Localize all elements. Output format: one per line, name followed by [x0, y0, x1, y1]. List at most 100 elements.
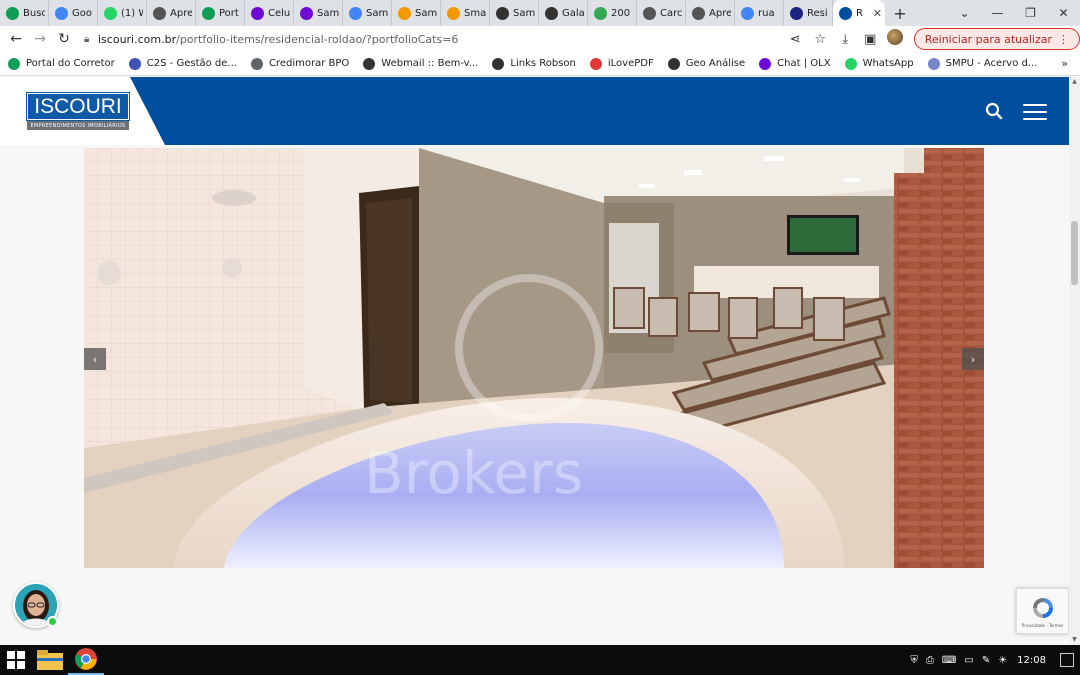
network-icon[interactable]: ▭: [964, 655, 973, 666]
search-icon[interactable]: [985, 102, 1003, 120]
bookmark-item[interactable]: Geo Análise: [667, 57, 745, 70]
back-button[interactable]: ←: [4, 31, 28, 47]
download-icon[interactable]: ⤓: [833, 32, 858, 47]
browser-tab[interactable]: Sam: [343, 0, 392, 26]
address-bar-row: ← → ↻ 🔒︎ iscouri.com.br/portfolio-items/…: [0, 26, 1080, 52]
recaptcha-links[interactable]: Privacidade - Termos: [1022, 623, 1063, 628]
file-explorer-icon[interactable]: [32, 645, 68, 675]
slider-next-button[interactable]: ›: [962, 348, 984, 370]
browser-tab-label: Sma: [464, 7, 486, 19]
orange-circle-icon: [447, 6, 460, 20]
browser-tab[interactable]: Sam: [294, 0, 343, 26]
portfolio-image-slider[interactable]: Brokers ‹ ›: [84, 148, 984, 568]
browser-tab-label: Sam: [513, 7, 535, 19]
system-tray: ⛨ ⎙ ⌨ ▭ ✎ ☀ 12:08: [906, 645, 1080, 675]
close-tab-icon[interactable]: ✕: [870, 7, 882, 20]
logo-subtitle: EMPREENDIMENTOS IMOBILIÁRIOS: [27, 121, 129, 130]
page-scrollbar[interactable]: ▲ ▼: [1069, 77, 1080, 645]
bookmark-item[interactable]: iLovePDF: [589, 57, 654, 70]
lock-icon[interactable]: 🔒︎: [84, 34, 98, 45]
slider-prev-button[interactable]: ‹: [84, 348, 106, 370]
browser-tab[interactable]: Goo: [49, 0, 98, 26]
printer-icon[interactable]: ⎙: [926, 655, 934, 666]
browser-tab[interactable]: 200: [588, 0, 637, 26]
bookmark-item[interactable]: Credimorar BPO: [250, 57, 349, 70]
browser-tab[interactable]: Busc: [0, 0, 49, 26]
bookmark-label: iLovePDF: [607, 58, 654, 69]
browser-tab[interactable]: Sam: [490, 0, 539, 26]
taskbar-clock[interactable]: 12:08: [1017, 655, 1046, 666]
hamburger-menu-icon[interactable]: [1023, 104, 1047, 120]
browser-tab[interactable]: Resi: [784, 0, 833, 26]
browser-tab-label: (1) W: [121, 7, 143, 19]
browser-tab[interactable]: Sam: [392, 0, 441, 26]
logo-wordmark: ISCOURI: [26, 92, 130, 121]
restore-button[interactable]: ❐: [1014, 6, 1047, 20]
bookmark-item[interactable]: Chat | OLX: [759, 57, 831, 70]
windows-start-icon[interactable]: [0, 645, 32, 675]
browser-tab[interactable]: Celu: [245, 0, 294, 26]
globe-icon: [153, 6, 166, 20]
brightness-icon[interactable]: ☀: [998, 655, 1007, 666]
scroll-thumb[interactable]: [1071, 221, 1078, 285]
globe-icon: [692, 6, 705, 20]
share-icon[interactable]: ⋖: [783, 32, 808, 47]
bookmarks-overflow-icon[interactable]: »: [1061, 57, 1068, 70]
bookmark-item[interactable]: Links Robson: [492, 57, 576, 70]
browser-tab[interactable]: Gala: [539, 0, 588, 26]
browser-tab-label: Busc: [23, 7, 45, 19]
chrome-icon[interactable]: [68, 645, 104, 675]
new-tab-button[interactable]: +: [885, 4, 915, 23]
browser-tab-label: Sam: [317, 7, 339, 19]
browser-tab[interactable]: Carc: [637, 0, 686, 26]
profile-avatar[interactable]: [883, 29, 908, 49]
map-pin-icon: [594, 6, 607, 20]
website-viewport: ISCOURI EMPREENDIMENTOS IMOBILIÁRIOS Bro…: [0, 77, 1069, 645]
scroll-down-arrow-icon[interactable]: ▼: [1069, 635, 1080, 645]
browser-tab[interactable]: Apre: [147, 0, 196, 26]
browser-tab-label: Sam: [366, 7, 388, 19]
site-logo[interactable]: ISCOURI EMPREENDIMENTOS IMOBILIÁRIOS: [26, 92, 130, 131]
browser-tab[interactable]: Port: [196, 0, 245, 26]
reload-button[interactable]: ↻: [52, 31, 76, 47]
browser-tab[interactable]: R ✕: [833, 0, 885, 26]
notification-icon[interactable]: [1060, 653, 1074, 667]
browser-tab-label: Goo: [72, 7, 92, 19]
minimize-button[interactable]: —: [981, 6, 1014, 20]
browser-tab[interactable]: (1) W: [98, 0, 147, 26]
green-circle-icon: [202, 6, 215, 20]
address-bar-actions: ⋖ ☆ ⤓ ▣: [783, 29, 908, 49]
side-panel-icon[interactable]: ▣: [858, 32, 883, 47]
window-controls: ⌄ — ❐ ✕: [948, 0, 1080, 26]
bookmark-item[interactable]: Webmail :: Bem-v...: [363, 57, 478, 70]
tab-search-icon[interactable]: ⌄: [948, 6, 981, 20]
browser-tab-label: Carc: [660, 7, 682, 19]
bookmark-star-icon[interactable]: ☆: [808, 32, 833, 47]
browser-tab-label: rua: [758, 7, 775, 19]
bookmarks-bar: Portal do Corretor C2S - Gestão de... Cred…: [0, 52, 1080, 76]
bookmark-item[interactable]: C2S - Gestão de...: [128, 57, 237, 70]
browser-tab[interactable]: Sma: [441, 0, 490, 26]
heart-icon: [589, 57, 602, 70]
update-button[interactable]: Reiniciar para atualizar ⋮: [913, 28, 1080, 50]
browser-tab[interactable]: Apre: [686, 0, 735, 26]
pen-icon[interactable]: ✎: [982, 655, 990, 666]
bookmark-item[interactable]: WhatsApp: [844, 57, 914, 70]
keyboard-icon[interactable]: ⌨: [942, 655, 956, 666]
update-button-label: Reiniciar para atualizar: [924, 32, 1052, 46]
browser-tab[interactable]: rua: [735, 0, 784, 26]
shield-icon[interactable]: ⛨: [910, 655, 918, 666]
browser-tab-label: Gala: [562, 7, 584, 19]
close-window-button[interactable]: ✕: [1047, 6, 1080, 20]
bookmark-item[interactable]: SMPU - Acervo d...: [927, 57, 1037, 70]
scroll-up-arrow-icon[interactable]: ▲: [1069, 77, 1080, 87]
bookmark-label: Links Robson: [510, 58, 576, 69]
bookmark-item[interactable]: Portal do Corretor: [8, 57, 115, 70]
recaptcha-badge[interactable]: Privacidade - Termos: [1016, 588, 1069, 634]
url-input[interactable]: 🔒︎ iscouri.com.br/portfolio-items/reside…: [84, 28, 783, 50]
olx-icon: [300, 6, 313, 20]
bookmark-label: C2S - Gestão de...: [146, 58, 237, 69]
forward-button[interactable]: →: [28, 31, 52, 47]
orange-circle-icon: [398, 6, 411, 20]
green-circle-icon: [8, 57, 20, 70]
